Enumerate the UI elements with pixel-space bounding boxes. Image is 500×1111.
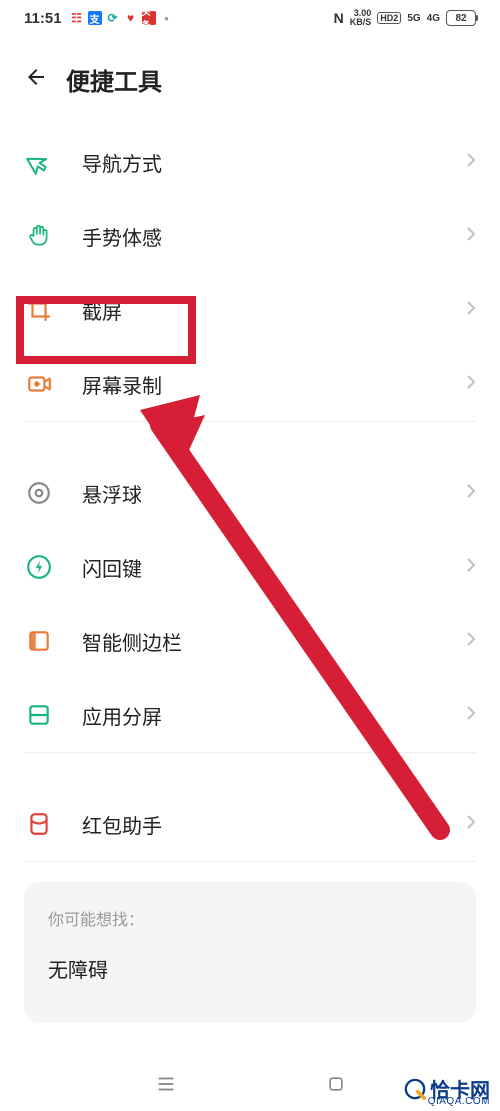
circle-dot-icon <box>24 478 54 508</box>
flash-icon <box>24 552 54 582</box>
chevron-right-icon <box>466 300 476 321</box>
crop-icon <box>24 295 54 325</box>
section-gap <box>24 422 476 456</box>
chevron-right-icon <box>466 705 476 726</box>
item-label: 红包助手 <box>82 810 466 839</box>
item-smart-sidebar[interactable]: 智能侧边栏 <box>24 604 476 678</box>
signal-5g: 5G <box>407 13 420 24</box>
watermark-logo-icon <box>404 1078 426 1100</box>
suggestion-term: 无障碍 <box>48 954 452 983</box>
nfc-icon: N <box>334 10 344 26</box>
app-icon-4: ♥ <box>124 11 138 25</box>
item-label: 手势体感 <box>82 222 466 251</box>
item-navigation[interactable]: 导航方式 <box>24 125 476 199</box>
net-speed: 3.00 KB/S <box>350 9 372 27</box>
status-app-icons: ☷ 支 ⟳ ♥ 头条 ● <box>70 11 174 25</box>
chevron-right-icon <box>466 226 476 247</box>
record-icon <box>24 369 54 399</box>
item-redpacket[interactable]: 红包助手 <box>24 787 476 861</box>
item-gesture[interactable]: 手势体感 <box>24 199 476 273</box>
watermark-domain: QIAQA.COM <box>428 1096 490 1107</box>
suggestion-box[interactable]: 你可能想找： 无障碍 <box>24 882 476 1023</box>
title-bar: 便捷工具 <box>0 36 500 125</box>
nav-home-button[interactable] <box>326 1074 346 1099</box>
item-label: 导航方式 <box>82 148 466 177</box>
suggestion-hint: 你可能想找： <box>48 906 452 930</box>
section-gap <box>24 753 476 787</box>
status-time: 11:51 <box>24 10 62 27</box>
arrow-left-icon <box>24 65 48 89</box>
item-screenshot[interactable]: 截屏 <box>24 273 476 347</box>
settings-list: 导航方式 手势体感 截屏 屏幕录制 悬浮球 <box>0 125 500 862</box>
app-icon-2: 支 <box>88 11 102 25</box>
chevron-right-icon <box>466 557 476 578</box>
item-label: 截屏 <box>82 296 466 325</box>
watermark: 恰卡网 QIAQA.COM <box>400 1072 494 1105</box>
chevron-right-icon <box>466 374 476 395</box>
item-label: 屏幕录制 <box>82 370 466 399</box>
item-floating-ball[interactable]: 悬浮球 <box>24 456 476 530</box>
split-icon <box>24 700 54 730</box>
page-title: 便捷工具 <box>66 62 162 97</box>
hand-icon <box>24 221 54 251</box>
item-label: 悬浮球 <box>82 479 466 508</box>
redpacket-icon <box>24 809 54 839</box>
hd-badge: HD2 <box>377 12 401 24</box>
app-icon-1: ☷ <box>70 11 84 25</box>
divider <box>24 861 476 862</box>
status-left: 11:51 ☷ 支 ⟳ ♥ 头条 ● <box>24 10 174 27</box>
signal-4g: 4G <box>427 13 440 24</box>
app-icon-3: ⟳ <box>106 11 120 25</box>
item-split-screen[interactable]: 应用分屏 <box>24 678 476 752</box>
chevron-right-icon <box>466 631 476 652</box>
chevron-right-icon <box>466 483 476 504</box>
sidebar-icon <box>24 626 54 656</box>
back-button[interactable] <box>24 65 48 94</box>
cursor-icon <box>24 147 54 177</box>
status-bar: 11:51 ☷ 支 ⟳ ♥ 头条 ● N 3.00 KB/S HD2 5G 4G… <box>0 0 500 36</box>
item-label: 智能侧边栏 <box>82 627 466 656</box>
battery-icon: 82 <box>446 10 476 26</box>
item-label: 闪回键 <box>82 553 466 582</box>
item-label: 应用分屏 <box>82 701 466 730</box>
app-icon-more: ● <box>160 11 174 25</box>
app-icon-5: 头条 <box>142 11 156 25</box>
status-right: N 3.00 KB/S HD2 5G 4G 82 <box>334 9 476 27</box>
chevron-right-icon <box>466 814 476 835</box>
chevron-right-icon <box>466 152 476 173</box>
item-flashback[interactable]: 闪回键 <box>24 530 476 604</box>
nav-recent-button[interactable] <box>155 1073 177 1100</box>
item-screen-record[interactable]: 屏幕录制 <box>24 347 476 421</box>
